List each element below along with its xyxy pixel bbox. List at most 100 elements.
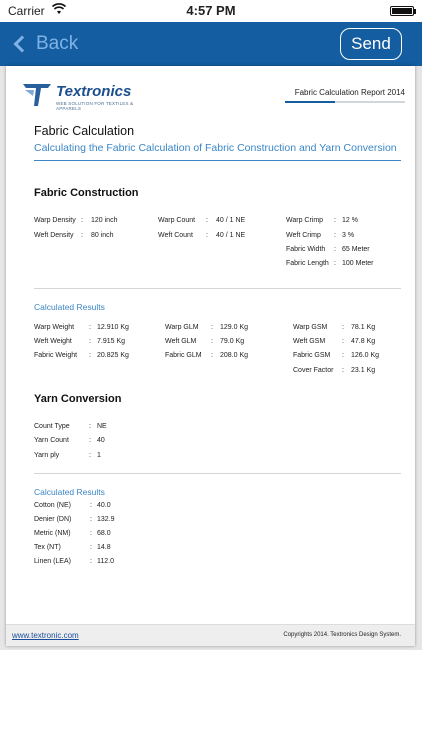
kv-label: Weft Crimp (286, 232, 321, 239)
kv-value: 79.0 Kg (220, 338, 245, 345)
kv-value: 208.0 Kg (220, 352, 249, 359)
kv-row: Weft GLM:79.0 Kg (165, 338, 245, 345)
kv-value: 23.1 Kg (351, 367, 376, 374)
kv-row: Weft GSM:47.8 Kg (293, 338, 376, 345)
fabric-results-heading: Calculated Results (34, 302, 105, 312)
kv-value: NE (97, 423, 107, 430)
yarn-conversion-heading: Yarn Conversion (34, 393, 122, 405)
kv-label: Yarn ply (34, 452, 60, 459)
kv-label: Weft Weight (34, 338, 72, 345)
kv-row: Cotton (NE):40.0 (34, 502, 111, 509)
kv-label: Warp Crimp (286, 217, 324, 224)
kv-value: 40.0 (97, 502, 111, 509)
kv-value: 129.0 Kg (220, 324, 249, 331)
kv-label: Linen (LEA) (34, 558, 71, 565)
kv-label: Fabric Weight (34, 352, 78, 359)
kv-label: Yarn Count (34, 437, 69, 444)
kv-label: Cotton (NE) (34, 502, 71, 509)
kv-label: Fabric GSM (293, 352, 331, 359)
navigation-bar: Back Send (0, 22, 422, 66)
kv-label: Warp GLM (165, 324, 199, 331)
status-bar: Carrier 4:57 PM (0, 0, 422, 22)
kv-label: Metric (NM) (34, 530, 71, 537)
logo-mark-icon (23, 84, 51, 106)
report-footer: www.textronic.com Copyrights 2014. Textr… (6, 624, 415, 646)
page-title: Fabric Calculation (34, 124, 135, 138)
kv-value: 68.0 (97, 530, 111, 537)
kv-row: Warp Weight:12.910 Kg (34, 324, 129, 331)
kv-row: Fabric GSM:126.0 Kg (293, 352, 380, 359)
send-button[interactable]: Send (340, 28, 402, 60)
kv-value: 78.1 Kg (351, 324, 376, 331)
kv-row: Yarn Count:40 (34, 437, 105, 444)
kv-row: Warp GLM:129.0 Kg (165, 324, 249, 331)
kv-value: 3 % (342, 232, 355, 239)
kv-value: 20.825 Kg (97, 352, 129, 359)
kv-label: Fabric Length (286, 260, 329, 267)
logo-name: Textronics (56, 83, 132, 100)
kv-row: Fabric GLM:208.0 Kg (165, 352, 249, 359)
kv-row: Tex (NT):14.8 (34, 544, 111, 551)
battery-icon (390, 6, 416, 16)
kv-value: 47.8 Kg (351, 338, 376, 345)
kv-row: Yarn ply:1 (34, 452, 101, 459)
kv-label: Weft GSM (293, 338, 326, 345)
kv-label: Fabric Width (286, 246, 326, 253)
kv-label: Tex (NT) (34, 544, 61, 551)
kv-value: 40 / 1 NE (216, 232, 246, 239)
kv-label: Weft GLM (165, 338, 197, 345)
kv-row: Weft Density:80 inch (34, 232, 114, 239)
kv-row: Denier (DN):132.9 (34, 516, 115, 523)
kv-row: Warp Density:120 inch (34, 217, 118, 224)
kv-value: 100 Meter (342, 260, 374, 267)
kv-row: Cover Factor:23.1 Kg (293, 367, 376, 374)
kv-label: Weft Density (34, 232, 74, 239)
kv-row: Linen (LEA):112.0 (34, 558, 114, 565)
section-divider (34, 288, 401, 289)
kv-value: 12 % (342, 217, 358, 224)
back-button[interactable]: Back (10, 30, 78, 58)
kv-label: Warp Weight (34, 324, 75, 331)
kv-label: Warp GSM (293, 324, 328, 331)
kv-row: Fabric Width:65 Meter (286, 246, 370, 253)
kv-row: Weft Weight:7.915 Kg (34, 338, 126, 345)
subtitle-divider (34, 160, 401, 161)
textronics-logo: Textronics WEB SOLUTION FOR TEXTILES & A… (22, 82, 152, 112)
fabric-construction-heading: Fabric Construction (34, 187, 139, 199)
yarn-results-heading: Calculated Results (34, 487, 105, 497)
website-link[interactable]: www.textronic.com (12, 631, 79, 640)
page-subtitle: Calculating the Fabric Calculation of Fa… (34, 142, 397, 154)
kv-row: Fabric Length:100 Meter (286, 260, 374, 267)
kv-value: 1 (97, 452, 101, 459)
kv-value: 132.9 (97, 516, 115, 523)
kv-value: 80 inch (91, 232, 114, 239)
kv-row: Count Type: NE (34, 423, 107, 430)
report-title-underline (285, 101, 405, 103)
kv-row: Fabric Weight:20.825 Kg (34, 352, 129, 359)
kv-label: Fabric GLM (165, 352, 202, 359)
kv-value: 120 inch (91, 217, 118, 224)
logo-tagline: WEB SOLUTION FOR TEXTILES & APPARELS (56, 101, 134, 111)
kv-label: Warp Count (158, 217, 196, 224)
kv-row: Warp Count:40 / 1 NE (158, 217, 246, 224)
kv-row: Warp Crimp:12 % (286, 217, 358, 224)
kv-value: 12.910 Kg (97, 324, 129, 331)
report-page[interactable]: Textronics WEB SOLUTION FOR TEXTILES & A… (6, 66, 415, 646)
kv-row: Weft Count:40 / 1 NE (158, 232, 246, 239)
kv-value: 126.0 Kg (351, 352, 380, 359)
kv-value: 40 (97, 437, 105, 444)
kv-label: Count Type (34, 423, 70, 430)
kv-value: 112.0 (97, 558, 114, 565)
kv-label: Denier (DN) (34, 516, 72, 523)
kv-value: 65 Meter (342, 246, 370, 253)
kv-value: 14.8 (97, 544, 111, 551)
kv-value: 7.915 Kg (97, 338, 126, 345)
chevron-left-icon (13, 35, 31, 53)
kv-row: Warp GSM:78.1 Kg (293, 324, 376, 331)
back-label: Back (36, 33, 79, 54)
kv-value: 40 / 1 NE (216, 217, 246, 224)
section-divider (34, 473, 401, 474)
clock: 4:57 PM (186, 3, 236, 18)
kv-label: Cover Factor (293, 367, 334, 374)
kv-row: Metric (NM):68.0 (34, 530, 111, 537)
